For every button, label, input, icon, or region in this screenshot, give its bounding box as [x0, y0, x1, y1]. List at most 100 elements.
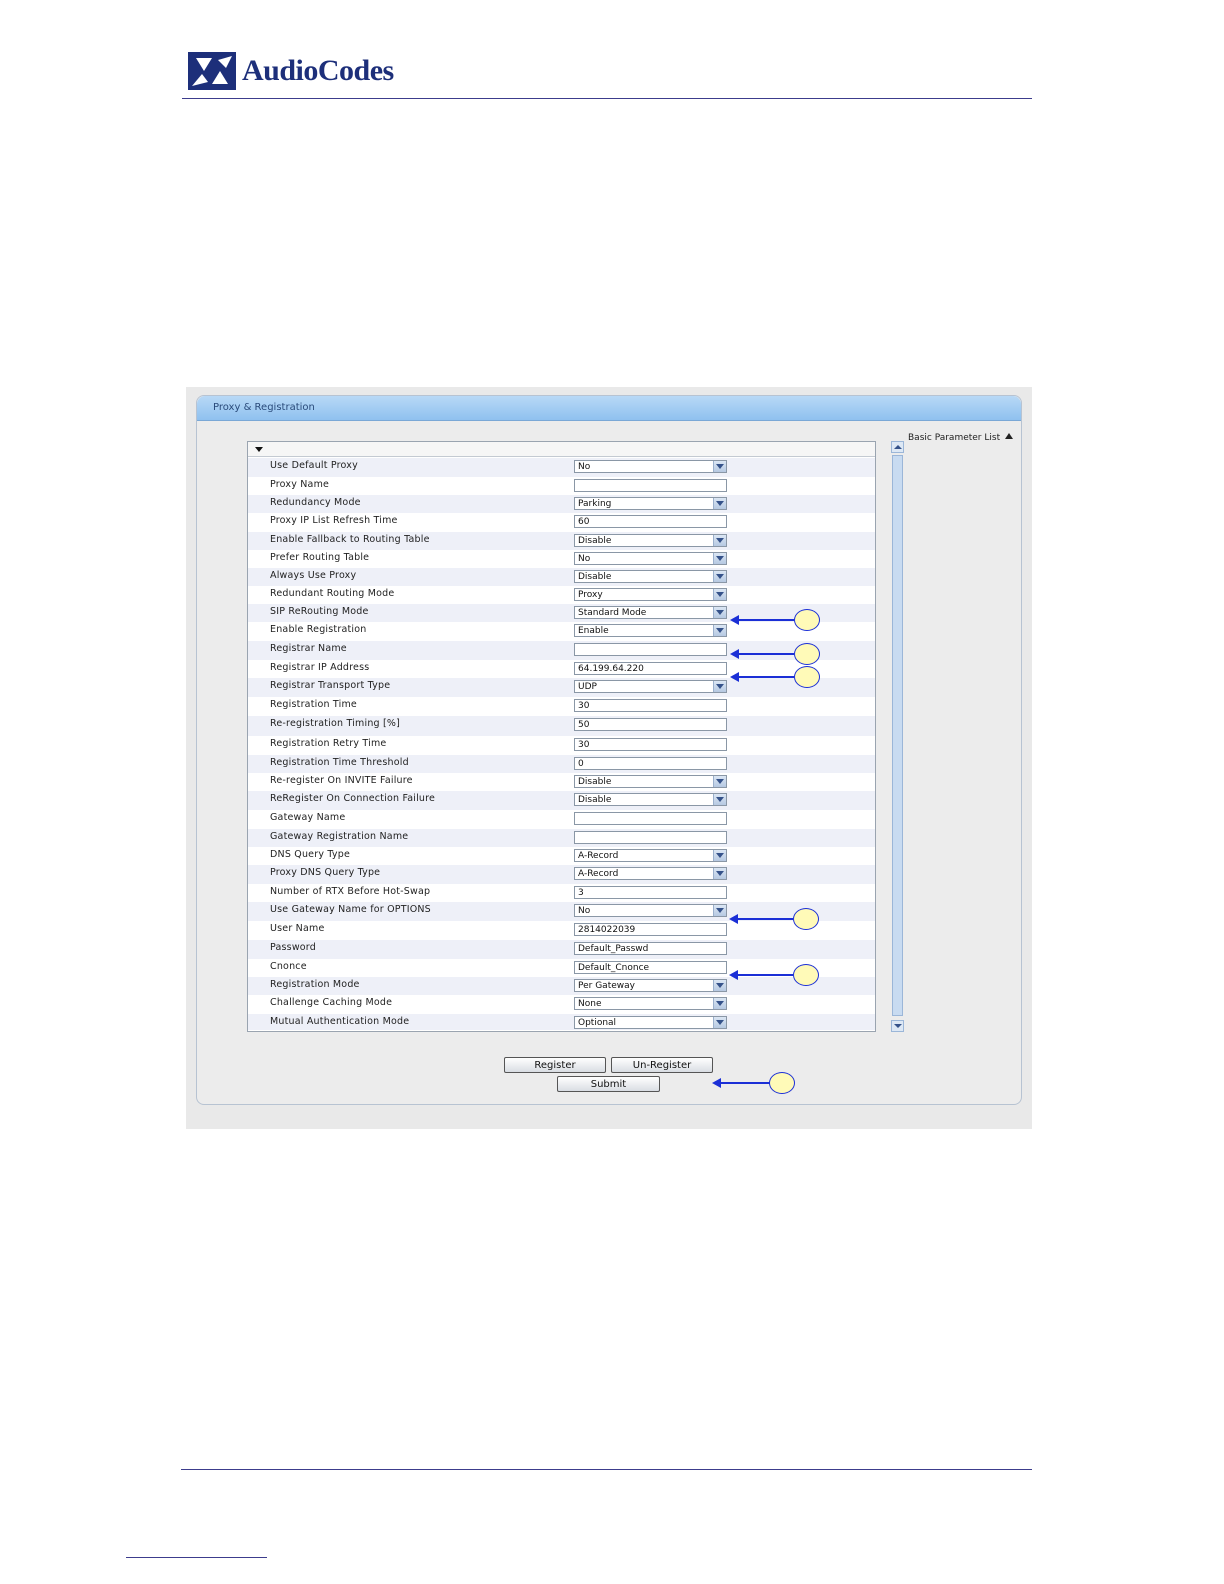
parameter-label: Use Gateway Name for OPTIONS	[270, 904, 431, 915]
parameter-value: 60	[578, 517, 590, 527]
basic-parameter-list-toggle[interactable]: Basic Parameter List	[908, 433, 1014, 443]
submit-button[interactable]: Submit	[557, 1076, 660, 1092]
parameter-select[interactable]: No	[574, 460, 727, 473]
parameter-label: Always Use Proxy	[270, 570, 357, 581]
parameter-label: Proxy DNS Query Type	[270, 867, 381, 878]
web-ui-screenshot: Proxy & Registration Basic Parameter Lis…	[186, 387, 1032, 1129]
parameter-value: 30	[578, 701, 590, 711]
parameter-table: Use Default Proxy No Proxy Name Redundancy …	[247, 441, 876, 1032]
parameter-value: Proxy	[578, 590, 603, 600]
parameter-select[interactable]: None	[574, 997, 727, 1010]
parameter-select[interactable]: Standard Mode	[574, 606, 727, 619]
parameter-value: 3	[578, 888, 584, 898]
table-row: Challenge Caching Mode None	[248, 995, 875, 1014]
chevron-down-icon[interactable]	[713, 625, 726, 636]
chevron-down-icon[interactable]	[713, 498, 726, 509]
parameter-select[interactable]: Optional	[574, 1016, 727, 1029]
parameter-select[interactable]: Disable	[574, 775, 727, 788]
parameter-input[interactable]: 30	[574, 738, 727, 751]
chevron-down-icon[interactable]	[713, 980, 726, 991]
scroll-down-icon[interactable]	[891, 1020, 904, 1032]
audiocodes-logo: AudioCodes	[188, 52, 394, 90]
chevron-down-icon[interactable]	[713, 571, 726, 582]
parameter-input[interactable]	[574, 831, 727, 844]
chevron-down-icon[interactable]	[713, 681, 726, 692]
parameter-label: Proxy Name	[270, 479, 330, 490]
table-row: Enable Fallback to Routing Table Disable	[248, 532, 875, 550]
table-header[interactable]	[248, 442, 875, 457]
parameter-value: 0	[578, 759, 584, 769]
parameter-input[interactable]: Default_Passwd	[574, 942, 727, 955]
callout-marker	[793, 908, 819, 930]
parameter-select[interactable]: Per Gateway	[574, 979, 727, 992]
parameter-label: Use Default Proxy	[270, 460, 358, 471]
chevron-down-icon[interactable]	[713, 589, 726, 600]
parameter-input[interactable]	[574, 812, 727, 825]
panel-title-bar: Proxy & Registration	[197, 396, 1021, 421]
parameter-label: Gateway Name	[270, 812, 346, 823]
scroll-up-icon[interactable]	[891, 441, 904, 453]
basic-parameter-list-label: Basic Parameter List	[908, 433, 1001, 443]
parameter-select[interactable]: Proxy	[574, 588, 727, 601]
parameter-value: Per Gateway	[578, 981, 635, 991]
parameter-label: Registration Time Threshold	[270, 757, 409, 768]
parameter-select[interactable]: UDP	[574, 680, 727, 693]
parameter-select[interactable]: Enable	[574, 624, 727, 637]
parameter-select[interactable]: Disable	[574, 570, 727, 583]
chevron-down-icon[interactable]	[713, 553, 726, 564]
table-row: Always Use Proxy Disable	[248, 568, 875, 586]
parameter-select[interactable]: No	[574, 904, 727, 917]
chevron-down-icon[interactable]	[713, 461, 726, 472]
table-row: Enable Registration Enable	[248, 622, 875, 641]
parameter-select[interactable]: Disable	[574, 793, 727, 806]
parameter-input[interactable]: 50	[574, 718, 727, 731]
parameter-input[interactable]: 0	[574, 757, 727, 770]
parameter-label: Enable Registration	[270, 624, 367, 635]
chevron-down-icon[interactable]	[713, 905, 726, 916]
collapse-up-icon	[1005, 433, 1014, 439]
parameter-value: Default_Cnonce	[578, 963, 650, 973]
unregister-button[interactable]: Un-Register	[611, 1057, 713, 1073]
register-button[interactable]: Register	[504, 1057, 606, 1073]
chevron-down-icon[interactable]	[713, 535, 726, 546]
callout-marker	[794, 666, 820, 688]
chevron-down-icon[interactable]	[713, 850, 726, 861]
parameter-input[interactable]: 3	[574, 886, 727, 899]
parameter-select[interactable]: A-Record	[574, 867, 727, 880]
parameter-select[interactable]: Disable	[574, 534, 727, 547]
chevron-down-icon[interactable]	[713, 776, 726, 787]
table-row: Proxy Name	[248, 477, 875, 495]
chevron-down-icon[interactable]	[713, 868, 726, 879]
parameter-label: Registrar Transport Type	[270, 680, 391, 691]
parameter-input[interactable]: Default_Cnonce	[574, 961, 727, 974]
parameter-select[interactable]: A-Record	[574, 849, 727, 862]
parameter-input[interactable]: 60	[574, 515, 727, 528]
parameter-value: Optional	[578, 1018, 617, 1028]
parameter-input[interactable]: 64.199.64.220	[574, 662, 727, 675]
chevron-down-icon[interactable]	[713, 794, 726, 805]
parameter-label: Re-registration Timing [%]	[270, 718, 401, 729]
chevron-down-icon[interactable]	[713, 607, 726, 618]
table-row: Gateway Name	[248, 810, 875, 829]
parameter-input[interactable]: 2814022039	[574, 923, 727, 936]
parameter-value: Parking	[578, 499, 612, 509]
table-row: Use Default Proxy No	[248, 458, 875, 477]
table-row: Re-registration Timing [%] 50	[248, 716, 875, 736]
parameter-input[interactable]	[574, 643, 727, 656]
parameter-input[interactable]	[574, 479, 727, 492]
parameter-label: Enable Fallback to Routing Table	[270, 534, 430, 545]
chevron-down-icon[interactable]	[713, 998, 726, 1009]
panel-title: Proxy & Registration	[213, 402, 315, 413]
scrollbar-thumb[interactable]	[892, 455, 903, 1016]
parameter-label: Challenge Caching Mode	[270, 997, 393, 1008]
parameter-label: Registration Time	[270, 699, 357, 710]
parameter-select[interactable]: No	[574, 552, 727, 565]
parameter-value: No	[578, 906, 591, 916]
parameter-select[interactable]: Parking	[574, 497, 727, 510]
table-row: Prefer Routing Table No	[248, 550, 875, 568]
table-row: Registration Time 30	[248, 697, 875, 716]
chevron-down-icon[interactable]	[713, 1017, 726, 1028]
footer-rule	[181, 1469, 1032, 1470]
vertical-scrollbar[interactable]	[891, 441, 904, 1032]
parameter-input[interactable]: 30	[574, 699, 727, 712]
